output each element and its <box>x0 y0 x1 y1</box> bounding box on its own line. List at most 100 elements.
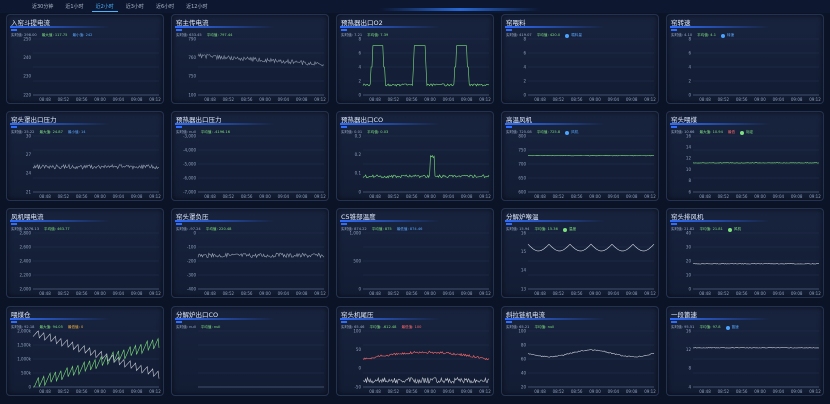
x-tick-label: 08:56 <box>406 389 418 394</box>
y-tick-label: 40 <box>521 370 527 375</box>
x-tick-label: 09:04 <box>278 291 290 296</box>
x-tick-label: 09:04 <box>773 97 785 102</box>
y-tick-label: 40 <box>686 230 692 235</box>
y-tick-label: 500k <box>21 370 32 375</box>
x-tick-label: 08:52 <box>553 389 565 394</box>
x-tick-label: 09:04 <box>608 389 620 394</box>
series-line <box>32 163 160 170</box>
x-tick-label: 09:04 <box>773 389 785 394</box>
y-tick-label: 2,400 <box>20 258 32 263</box>
x-tick-label: 09:00 <box>589 291 601 296</box>
x-tick-label: 09:08 <box>296 194 308 199</box>
x-tick-label: 08:52 <box>223 291 235 296</box>
chart-panel: 高温风机 实时值: 725.08 平均值: 725.8 风机 800 750 700 650 6… <box>501 111 659 201</box>
series-line <box>32 330 160 379</box>
y-tick-label: 230 <box>23 74 31 79</box>
y-tick-label: 0 <box>358 92 361 97</box>
x-tick-label: 09:00 <box>754 389 766 394</box>
y-tick-label: 0 <box>358 366 361 371</box>
y-tick-label: 16 <box>686 133 692 138</box>
y-tick-label: 2 <box>523 78 526 83</box>
y-tick-label: 650 <box>518 175 526 180</box>
y-tick-label: 13 <box>521 286 527 291</box>
y-tick-label: 4 <box>523 64 526 69</box>
y-tick-label: 220 <box>23 92 31 97</box>
x-tick-label: 09:12 <box>479 194 491 199</box>
chart-panel: 窑头罩负压 实时值: -97.24 平均值: 220.48 0 -100 -200 -300… <box>171 208 329 298</box>
x-tick-label: 09:04 <box>443 97 455 102</box>
y-tick-label: -300 <box>187 272 197 277</box>
x-tick-label: 09:04 <box>608 97 620 102</box>
x-tick-label: 09:00 <box>259 291 271 296</box>
x-tick-label: 09:12 <box>479 97 491 102</box>
x-tick-label: 09:12 <box>809 194 821 199</box>
tab-time-range[interactable]: 近6小时 <box>152 2 178 12</box>
x-tick-label: 09:12 <box>314 291 326 296</box>
x-tick-label: 08:56 <box>736 291 748 296</box>
chart-plot: 0 -100 -200 -300 -400 08:48 08:52 08:56 09:00 09:… <box>187 230 326 296</box>
chart-plot: -3,000 -4,000 -5,000 -6,000 -7,000 08:48 08:52… <box>183 133 326 199</box>
y-tick-label: 800 <box>518 133 526 138</box>
series-line <box>362 45 490 87</box>
y-tick-label: 15 <box>521 249 527 254</box>
x-tick-label: 08:56 <box>571 291 583 296</box>
y-tick-label: 1,000 <box>350 230 362 235</box>
y-tick-label: -50 <box>354 384 361 389</box>
y-tick-label: 21 <box>26 189 32 194</box>
tab-time-range[interactable]: 近1小时 <box>61 2 87 12</box>
x-tick-label: 08:52 <box>718 291 730 296</box>
tab-time-range[interactable]: 近12小时 <box>182 2 211 12</box>
y-tick-label: 0 <box>688 286 691 291</box>
chart-plot: 30 27 24 21 08:48 08:52 08:56 09:00 09:04 09:08 09… <box>26 133 161 199</box>
y-tick-label: 14 <box>521 268 527 273</box>
y-tick-label: -4,000 <box>183 147 196 152</box>
series-line <box>197 52 325 67</box>
y-tick-label: 14 <box>686 145 692 150</box>
series-line <box>33 337 160 388</box>
x-tick-label: 08:52 <box>718 97 730 102</box>
x-tick-label: 08:56 <box>571 389 583 394</box>
y-tick-label: 24 <box>26 171 32 176</box>
x-tick-label: 08:48 <box>204 194 216 199</box>
x-tick-label: 09:08 <box>461 389 473 394</box>
x-tick-label: 09:04 <box>113 389 125 394</box>
x-tick-label: 09:00 <box>754 194 766 199</box>
x-tick-label: 09:12 <box>149 291 161 296</box>
tab-time-range[interactable]: 近3小时 <box>122 2 148 12</box>
x-tick-label: 09:12 <box>149 389 161 394</box>
x-tick-label: 09:04 <box>443 389 455 394</box>
x-tick-label: 09:12 <box>809 291 821 296</box>
chart-panel: 窑转速 实时值: 4.10 平均值: 4.1 转速 8 6 4 2 0 08:48 08:52 08:… <box>666 14 824 104</box>
x-tick-label: 08:48 <box>39 291 51 296</box>
x-tick-label: 08:52 <box>223 194 235 199</box>
x-tick-label: 09:00 <box>424 194 436 199</box>
x-tick-label: 08:52 <box>388 97 400 102</box>
chart-plot: 100 50 0 -50 08:48 08:52 08:56 09:00 09:04 09:08 0… <box>353 328 491 394</box>
x-tick-label: 08:52 <box>223 97 235 102</box>
y-tick-label: 0 <box>358 286 361 291</box>
y-tick-label: 4 <box>688 64 691 69</box>
chart-plot: 100 80 60 40 20 08:48 08:52 08:56 09:00 09:04 09:0… <box>518 328 656 394</box>
y-tick-label: 1,000k <box>17 356 31 361</box>
tab-time-range[interactable]: 近30分钟 <box>28 2 57 12</box>
series-line <box>362 376 490 385</box>
x-tick-label: 08:48 <box>204 97 216 102</box>
y-tick-label: 16 <box>686 328 692 333</box>
x-tick-label: 09:12 <box>314 194 326 199</box>
x-tick-label: 08:48 <box>534 97 546 102</box>
x-tick-label: 09:00 <box>259 194 271 199</box>
y-tick-label: 100 <box>518 328 526 333</box>
x-tick-label: 09:04 <box>113 291 125 296</box>
top-bar: 近30分钟 近1小时 近2小时 近3小时 近6小时 近12小时 <box>0 0 830 13</box>
y-tick-label: 10 <box>686 272 692 277</box>
x-tick-label: 09:12 <box>644 389 656 394</box>
x-tick-label: 09:04 <box>113 97 125 102</box>
x-tick-label: 08:48 <box>699 194 711 199</box>
x-tick-label: 09:12 <box>644 194 656 199</box>
x-tick-label: 09:08 <box>626 194 638 199</box>
y-tick-label: -200 <box>187 258 197 263</box>
x-tick-label: 09:08 <box>791 97 803 102</box>
series-line <box>197 252 325 259</box>
tab-time-range[interactable]: 近2小时 <box>91 2 118 12</box>
chart-plot: 250 240 230 220 08:48 08:52 08:56 09:00 09:04 09:… <box>23 36 161 102</box>
